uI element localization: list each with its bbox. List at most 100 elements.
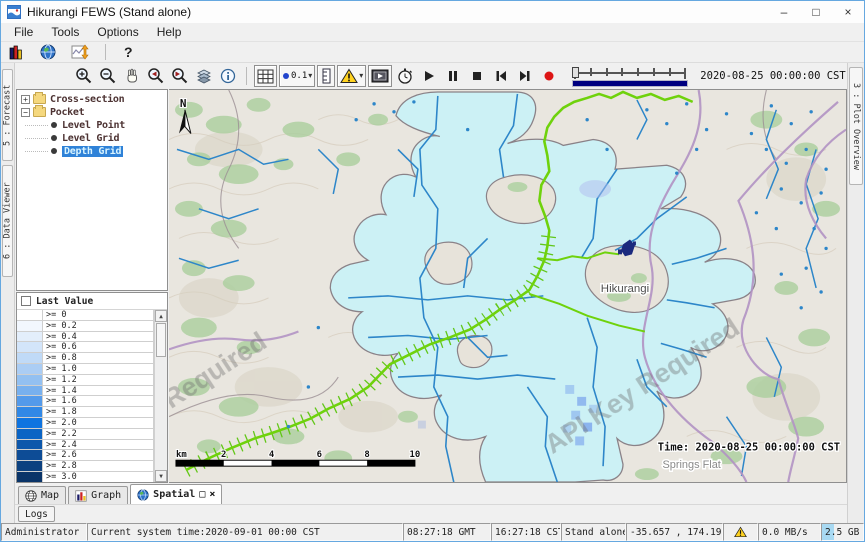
map-canvas[interactable]: API Key Required API Key Required Hikura… bbox=[169, 89, 847, 483]
maximize-button[interactable]: □ bbox=[800, 1, 832, 23]
timeseries-dialog-button[interactable] bbox=[69, 41, 91, 63]
svg-text:6: 6 bbox=[317, 450, 322, 460]
legend-row[interactable]: >= 0.6 bbox=[17, 342, 153, 353]
globe-icon bbox=[25, 490, 37, 502]
tree-item-cross-section[interactable]: + Cross-section bbox=[17, 93, 167, 105]
pause-button[interactable] bbox=[442, 65, 464, 87]
zoom-out-button[interactable] bbox=[97, 65, 119, 87]
zoom-in-button[interactable] bbox=[73, 65, 95, 87]
tab-forecast[interactable]: 5 : Forecast bbox=[2, 69, 13, 161]
tab-plot-overview[interactable]: 3 : Plot Overview bbox=[849, 67, 863, 185]
minimize-button[interactable]: – bbox=[768, 1, 800, 23]
close-tab-button[interactable]: × bbox=[209, 490, 215, 500]
legend-row[interactable]: >= 1.8 bbox=[17, 407, 153, 418]
logs-row: Logs bbox=[15, 504, 847, 523]
svg-text:8: 8 bbox=[364, 450, 369, 460]
tab-map[interactable]: Map bbox=[18, 486, 66, 504]
record-button[interactable] bbox=[538, 65, 560, 87]
last-value-checkbox[interactable] bbox=[21, 296, 31, 306]
last-value-label: Last Value bbox=[36, 296, 93, 307]
step-forward-button[interactable] bbox=[514, 65, 536, 87]
database-status-button[interactable] bbox=[5, 41, 27, 63]
legend-row[interactable]: >= 3.0 bbox=[17, 472, 153, 482]
tree-item-depth-grid[interactable]: Depth Grid bbox=[17, 145, 167, 157]
grid-display-button[interactable] bbox=[254, 65, 277, 87]
menu-file[interactable]: File bbox=[5, 25, 42, 39]
legend-header: Last Value bbox=[17, 293, 167, 310]
close-button[interactable]: × bbox=[832, 1, 864, 23]
zoom-previous-button[interactable] bbox=[145, 65, 167, 87]
contour-interval-dropdown[interactable]: 0.1 ▾ bbox=[279, 65, 315, 87]
animation-export-button[interactable] bbox=[368, 65, 392, 87]
tree-item-level-point[interactable]: Level Point bbox=[17, 119, 167, 131]
status-download-rate: 0.0 MB/s bbox=[758, 523, 821, 541]
play-button[interactable] bbox=[418, 65, 440, 87]
collapse-icon[interactable]: − bbox=[21, 108, 30, 117]
tree-item-pocket[interactable]: − Pocket bbox=[17, 106, 167, 118]
color-swatch bbox=[17, 450, 43, 460]
left-panel: + Cross-section − Pocket Level Point bbox=[15, 89, 169, 483]
menu-tools[interactable]: Tools bbox=[42, 25, 88, 39]
legend-row[interactable]: >= 2.2 bbox=[17, 429, 153, 440]
step-back-button[interactable] bbox=[490, 65, 512, 87]
status-system-time: Current system time:2020-09-01 00:00 CST bbox=[87, 523, 403, 541]
color-swatch bbox=[17, 407, 43, 417]
status-coordinates: -35.657 , 174.199 bbox=[626, 523, 723, 541]
legend-panel: Last Value >= 0 >= 0.2 >= 0.4 >= 0.6 >= … bbox=[16, 292, 168, 483]
scroll-thumb[interactable] bbox=[156, 323, 166, 357]
legend-row[interactable]: >= 1.4 bbox=[17, 386, 153, 397]
menu-help[interactable]: Help bbox=[148, 25, 191, 39]
legend-row[interactable]: >= 0.8 bbox=[17, 353, 153, 364]
pan-button[interactable] bbox=[121, 65, 143, 87]
legend-row[interactable]: >= 1.6 bbox=[17, 396, 153, 407]
legend-row[interactable]: >= 2.0 bbox=[17, 418, 153, 429]
status-warning-icon[interactable] bbox=[723, 523, 758, 541]
scroll-down-icon[interactable]: ▼ bbox=[155, 470, 167, 482]
legend-row[interactable]: >= 2.6 bbox=[17, 450, 153, 461]
bottom-tab-bar: Map Graph Spatial □ × bbox=[15, 483, 847, 504]
color-swatch bbox=[17, 332, 43, 342]
time-slider-thumb[interactable] bbox=[572, 67, 579, 78]
expand-icon[interactable]: + bbox=[21, 95, 30, 104]
map-toolbar: 0.1 ▾ ▾ bbox=[15, 63, 847, 89]
legend-row[interactable]: >= 0.4 bbox=[17, 332, 153, 343]
contour-interval-value: 0.1 bbox=[291, 71, 307, 81]
application-window: Hikurangi FEWS (Stand alone) – □ × File … bbox=[0, 0, 865, 542]
time-slider-ticks bbox=[574, 68, 686, 78]
legend-row[interactable]: >= 2.4 bbox=[17, 440, 153, 451]
toolbar-separator bbox=[105, 44, 106, 60]
layers-button[interactable] bbox=[193, 65, 215, 87]
scale-unit: km bbox=[176, 450, 187, 460]
tab-graph[interactable]: Graph bbox=[68, 486, 128, 504]
legend-row[interactable]: >= 1.2 bbox=[17, 375, 153, 386]
color-swatch bbox=[17, 396, 43, 406]
logs-button[interactable]: Logs bbox=[18, 506, 55, 522]
map-display-button[interactable] bbox=[37, 41, 59, 63]
menu-options[interactable]: Options bbox=[88, 25, 147, 39]
tab-data-viewer[interactable]: 6 : Data Viewer bbox=[2, 165, 13, 277]
legend-row[interactable]: >= 0 bbox=[17, 310, 153, 321]
legend-row[interactable]: >= 2.8 bbox=[17, 461, 153, 472]
scale-gauge-button[interactable] bbox=[317, 65, 335, 87]
zoom-next-button[interactable] bbox=[169, 65, 191, 87]
timer-button[interactable] bbox=[394, 65, 416, 87]
info-button[interactable] bbox=[217, 65, 239, 87]
stop-button[interactable] bbox=[466, 65, 488, 87]
folder-icon bbox=[33, 107, 46, 117]
menu-bar: File Tools Options Help bbox=[1, 23, 864, 42]
help-button[interactable]: ? bbox=[120, 44, 137, 60]
color-swatch bbox=[17, 440, 43, 450]
detach-tab-button[interactable]: □ bbox=[199, 490, 205, 500]
time-slider[interactable] bbox=[570, 64, 690, 88]
legend-row[interactable]: >= 0.2 bbox=[17, 321, 153, 332]
scroll-up-icon[interactable]: ▲ bbox=[155, 310, 167, 322]
legend-table: >= 0 >= 0.2 >= 0.4 >= 0.6 >= 0.8 >= 1.0 … bbox=[17, 310, 154, 482]
status-gmt-time: 08:27:18 GMT bbox=[403, 523, 491, 541]
tab-spatial[interactable]: Spatial □ × bbox=[130, 484, 222, 504]
legend-row[interactable]: >= 1.0 bbox=[17, 364, 153, 375]
status-user: Administrator bbox=[1, 523, 87, 541]
legend-scrollbar[interactable]: ▲ ▼ bbox=[154, 310, 167, 482]
warnings-dropdown[interactable]: ▾ bbox=[337, 65, 366, 87]
svg-text:2: 2 bbox=[221, 450, 226, 460]
tree-item-level-grid[interactable]: Level Grid bbox=[17, 132, 167, 144]
